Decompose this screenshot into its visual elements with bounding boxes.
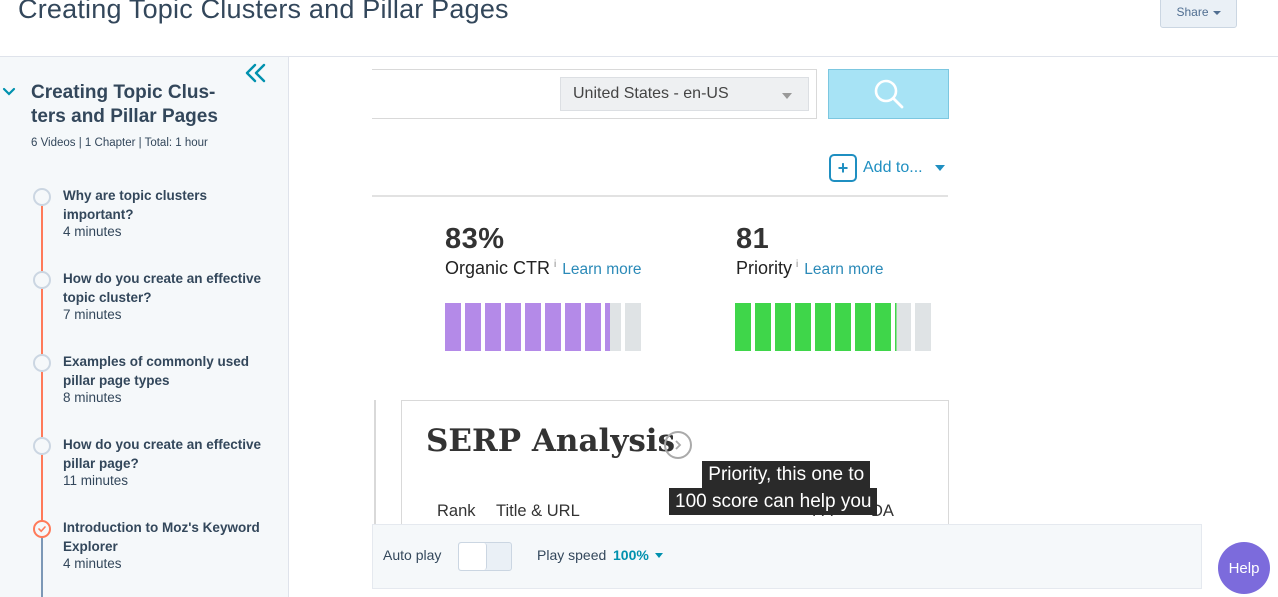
metric-bar-segment [735, 303, 751, 351]
play-speed-value: 100% [613, 547, 649, 563]
metric-bar-segment [505, 303, 521, 351]
plus-icon: + [829, 154, 857, 182]
lesson-status-circle-icon [33, 188, 51, 206]
info-icon: i [796, 259, 799, 270]
divider [372, 195, 948, 197]
lesson-duration: 8 minutes [63, 390, 122, 405]
metric-value: 83% [445, 223, 505, 255]
caret-down-icon [1212, 11, 1221, 15]
learn-more-link: Learn more [804, 261, 884, 278]
metric-bar-segment [755, 303, 771, 351]
metric-bar-organic-ctr [445, 303, 641, 351]
chevron-down-icon[interactable] [2, 85, 16, 99]
check-circle-icon [33, 520, 51, 538]
metric-bar-segment [465, 303, 481, 351]
metric-bar-segment [625, 303, 641, 351]
serp-title: SERP Analysis [426, 423, 676, 459]
lesson-title: How do you create an effective pillar pa… [63, 437, 262, 471]
lesson-duration: 4 minutes [63, 224, 122, 239]
caption-line: 100 score can help you [669, 488, 878, 515]
locale-value: United States - en-US [573, 85, 729, 102]
course-title-line: Creating Topic Clus- [31, 82, 216, 103]
info-icon: i [554, 259, 557, 270]
metric-bar-segment [795, 303, 811, 351]
metric-bar-priority [735, 303, 931, 351]
lesson-status-circle-icon [33, 354, 51, 372]
lesson-duration: 7 minutes [63, 307, 122, 322]
metric-label-row: Priority i Learn more [736, 258, 884, 279]
metric-bar-segment [815, 303, 831, 351]
share-label: Share [1176, 5, 1209, 19]
search-button [828, 69, 949, 119]
metric-bar-segment [445, 303, 461, 351]
caption-line: Priority, this one to [702, 461, 871, 488]
keyword-search-bar: United States - en-US [372, 69, 817, 119]
play-speed-dropdown[interactable]: 100% [613, 547, 663, 563]
toggle-knob [459, 543, 487, 570]
metric-label-row: Organic CTR i Learn more [445, 258, 642, 279]
help-button[interactable]: Help [1218, 542, 1270, 594]
lesson-title: Examples of commonly used pillar page ty… [63, 354, 250, 388]
course-sidebar: Creating Topic Clus- ters and Pillar Pag… [0, 57, 289, 597]
metric-value: 81 [736, 223, 770, 255]
metric-bar-segment [565, 303, 581, 351]
search-icon [874, 79, 903, 109]
locale-select: United States - en-US [560, 77, 809, 111]
panel-edge [374, 400, 376, 524]
metric-bar-segment [835, 303, 851, 351]
lesson-duration: 11 minutes [63, 473, 129, 488]
lesson-status-circle-icon [33, 437, 51, 455]
metric-bar-segment [485, 303, 501, 351]
metric-bar-segment [605, 303, 621, 351]
course-meta: 6 Videos | 1 Chapter | Total: 1 hour [31, 137, 208, 149]
caret-down-icon [654, 552, 663, 558]
autoplay-label: Auto play [383, 547, 442, 563]
lesson-title: How do you create an effective topic clu… [63, 271, 262, 305]
metric-label: Organic CTR [445, 258, 551, 278]
page-header: Creating Topic Clusters and Pillar Pages… [0, 0, 1278, 57]
add-to-label: Add to... [863, 159, 923, 176]
video-player[interactable]: United States - en-US + Add to... 83% Or… [372, 57, 950, 524]
metric-bar-segment [545, 303, 561, 351]
metric-bar-segment [895, 303, 911, 351]
lesson-title: Why are topic clusters important? [63, 188, 208, 222]
lesson-status-circle-icon [33, 271, 51, 289]
caret-down-icon [782, 93, 792, 99]
metric-organic-ctr: 83% Organic CTR i Learn more [445, 223, 642, 279]
lesson-title: Introduction to Moz's Keyword Explorer [63, 520, 260, 554]
metric-label: Priority [736, 258, 793, 278]
add-to-dropdown: + Add to... [829, 154, 945, 182]
page-title: Creating Topic Clusters and Pillar Pages [18, 0, 509, 24]
metric-bar-segment [775, 303, 791, 351]
metric-bar-segment [875, 303, 891, 351]
player-controls: Auto play Play speed 100% [372, 524, 1202, 589]
chevron-right-icon [664, 431, 692, 459]
course-title-line: ters and Pillar Pages [31, 106, 218, 127]
metric-bar-segment [855, 303, 871, 351]
column-header: Rank [437, 502, 476, 520]
caret-down-icon [934, 165, 945, 171]
course-title[interactable]: Creating Topic Clus- ters and Pillar Pag… [31, 81, 246, 129]
video-caption: Priority, this one to 100 score can help… [669, 461, 878, 515]
metric-bar-segment [585, 303, 601, 351]
lesson-duration: 4 minutes [63, 556, 122, 571]
play-speed-label: Play speed [537, 547, 607, 563]
metric-bar-segment [525, 303, 541, 351]
double-chevron-left-icon[interactable] [244, 61, 268, 85]
share-button[interactable]: Share [1160, 0, 1237, 28]
column-header: Title & URL [496, 502, 580, 520]
metric-priority: 81 Priority i Learn more [736, 223, 884, 279]
metric-bar-segment [915, 303, 931, 351]
autoplay-toggle[interactable] [458, 542, 512, 571]
learn-more-link: Learn more [562, 261, 642, 278]
